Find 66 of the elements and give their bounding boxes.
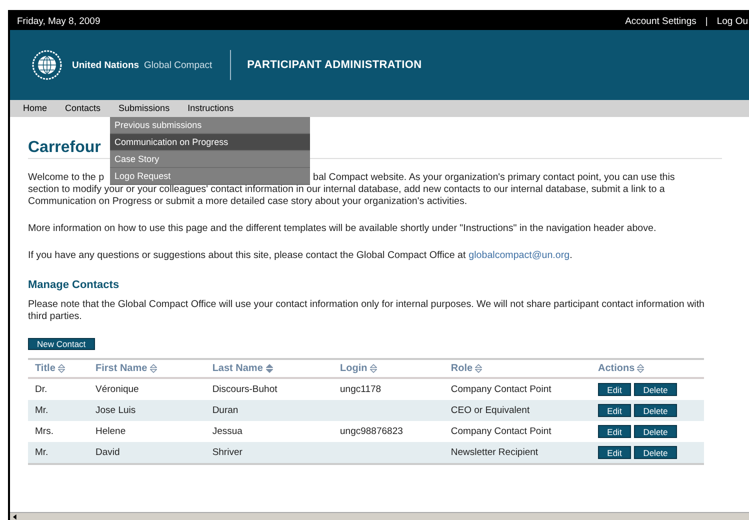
nav-item[interactable]: Instructions: [178, 100, 243, 117]
period-text: .: [570, 250, 572, 262]
header-title: PARTICIPANT ADMINISTRATION: [247, 59, 422, 71]
intro-text-start: Welcome to the p: [28, 172, 104, 183]
intro-text: section to modify your or your colleagues' contact information in our internal database, add new contacts to our internal database, submit a link to a Communication on Progress or submit a more detailed case story about your organization's activities.: [28, 184, 666, 208]
column-header[interactable]: Role: [450, 363, 473, 374]
table-cell: Jose Luis: [96, 405, 136, 416]
table-cell: David: [96, 447, 120, 458]
table-cell: Mrs.: [35, 426, 54, 438]
dropdown-item[interactable]: Logo Request: [110, 168, 310, 185]
column-header[interactable]: Last Name: [212, 363, 263, 374]
table-cell: Duran: [212, 405, 238, 416]
sort-icon[interactable]: [370, 364, 378, 373]
account-settings-link[interactable]: Account Settings: [625, 16, 696, 26]
new-contact-button[interactable]: New Contact: [28, 338, 95, 350]
column-header[interactable]: First Name: [96, 363, 148, 374]
sort-icon[interactable]: [58, 364, 66, 373]
column-header[interactable]: Login: [340, 363, 368, 374]
date-text: Friday, May 8, 2009: [17, 16, 100, 26]
globe-logo-icon: [32, 50, 62, 80]
table-cell: Mr.: [35, 447, 48, 458]
nav-item[interactable]: Contacts: [56, 100, 110, 117]
table-cell: Dr.: [35, 384, 48, 396]
brand-name: United Nations: [72, 60, 140, 70]
nav-item[interactable]: Home: [14, 100, 56, 117]
brand-subtitle: Global Compact: [144, 60, 212, 70]
table-cell: ungc1178: [340, 384, 382, 396]
section-title: Manage Contacts: [28, 279, 120, 291]
delete-button[interactable]: Delete: [634, 404, 677, 418]
dropdown-item[interactable]: Communication on Progress: [110, 134, 310, 151]
edit-button[interactable]: Edit: [598, 404, 631, 418]
delete-button[interactable]: Delete: [634, 425, 677, 438]
sort-icon[interactable]: [150, 364, 157, 373]
column-header[interactable]: Actions: [598, 363, 635, 374]
delete-button[interactable]: Delete: [634, 446, 677, 460]
table-cell: CEO or Equivalent: [450, 405, 530, 416]
contact-text: If you have any questions or suggestions about this site, please contact the Global Compact Office at: [28, 250, 466, 262]
nav-item[interactable]: Submissions: [110, 100, 179, 117]
intro-text-end: bal Compact website. As your organization's primary contact point, you can use this: [313, 172, 675, 184]
column-header[interactable]: Title: [35, 363, 56, 374]
note-text: Please note that the Global Compact Office will use your contact information only for internal purposes. We will not share participant contact information with third parties.: [28, 299, 706, 323]
scroll-left-icon[interactable]: [13, 514, 17, 520]
table-cell: Mr.: [35, 405, 48, 416]
separator-text: |: [705, 16, 708, 26]
edit-button[interactable]: Edit: [598, 425, 631, 438]
table-cell: Company Contact Point: [450, 426, 552, 438]
dropdown-item[interactable]: Case Story: [110, 151, 310, 168]
horizontal-scrollbar[interactable]: [10, 512, 749, 520]
table-cell: Jessua: [212, 426, 242, 438]
edit-button[interactable]: Edit: [598, 446, 631, 460]
delete-button[interactable]: Delete: [634, 383, 677, 396]
table-cell: Discours-Buhot: [212, 384, 278, 396]
sort-icon[interactable]: [637, 364, 644, 373]
sort-icon[interactable]: [266, 364, 273, 373]
email-link[interactable]: globalcompact@un.org: [468, 250, 570, 262]
dropdown-item[interactable]: Previous submissions: [110, 117, 310, 134]
table-cell: Company Contact Point: [450, 384, 552, 396]
table-cell: Véronique: [96, 384, 139, 396]
table-cell: Shriver: [212, 447, 242, 458]
edit-button[interactable]: Edit: [598, 383, 631, 396]
table-cell: Helene: [96, 426, 126, 438]
table-cell: Newsletter Recipient: [450, 447, 538, 458]
sort-icon[interactable]: [475, 364, 482, 373]
table-cell: ungc98876823: [340, 426, 403, 438]
log-out-link[interactable]: Log Ou: [716, 16, 748, 26]
info-text: More information on how to use this page and the different templates will be available shortly under "Instructions" in the navigation header above.: [28, 223, 658, 235]
